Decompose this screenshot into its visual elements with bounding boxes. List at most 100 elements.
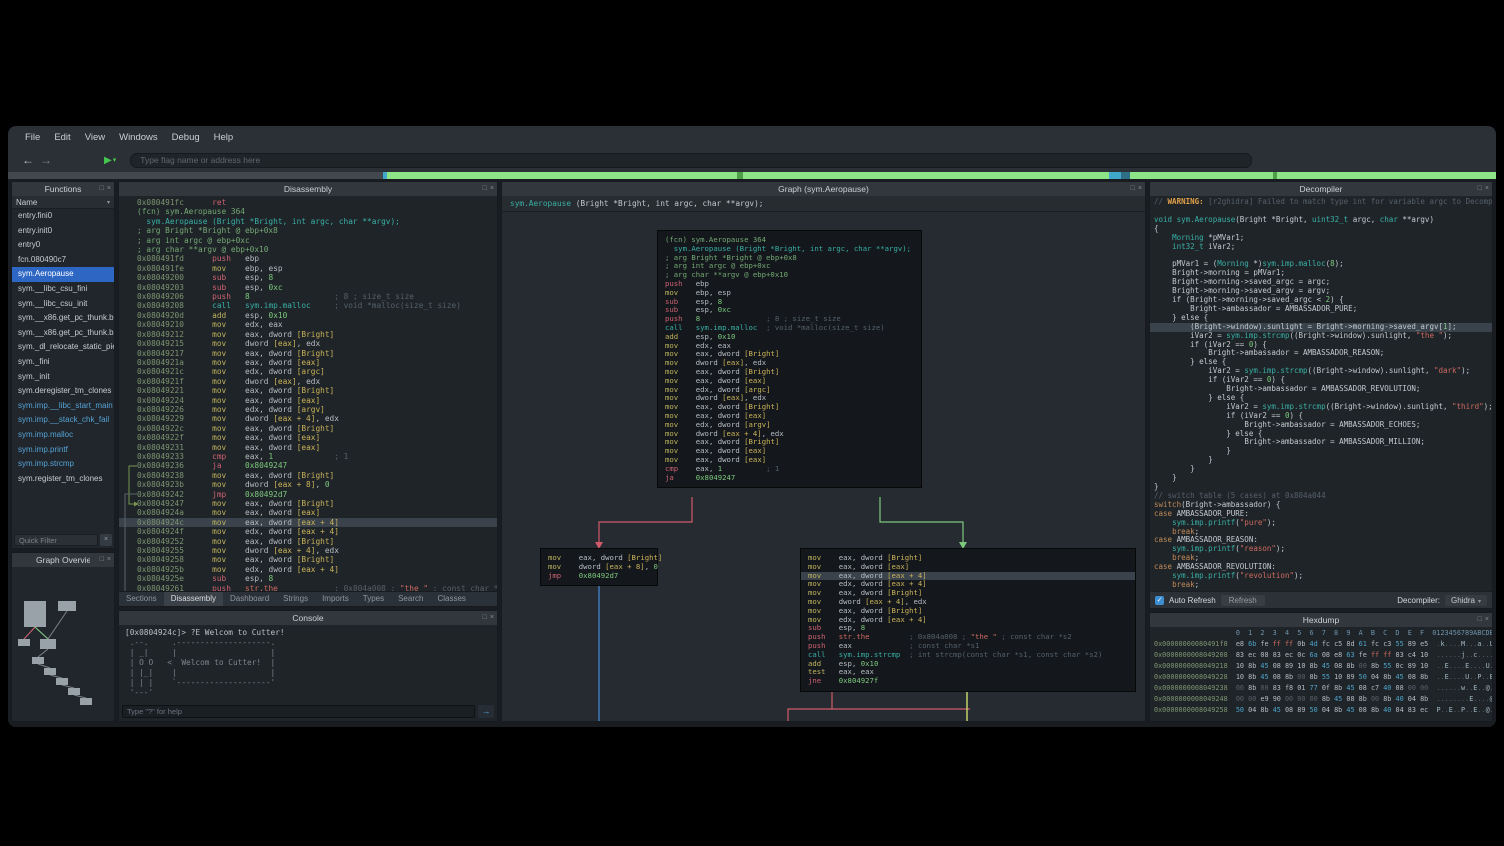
tab-search[interactable]: Search	[391, 592, 430, 606]
disasm-line[interactable]: 0x0804921a mov eax, dword [eax]	[119, 358, 497, 367]
debug-start-button[interactable]: ▶ ▾	[104, 155, 116, 166]
menu-edit[interactable]: Edit	[47, 129, 77, 146]
disasm-line[interactable]: 0x0804923b mov dword [eax + 8], 0	[119, 480, 497, 489]
disasm-line[interactable]: 0x0804922f mov eax, dword [eax]	[119, 433, 497, 442]
disasm-line[interactable]: 0x08049226 mov edx, dword [argv]	[119, 405, 497, 414]
function-item[interactable]: entry0	[12, 238, 114, 253]
function-item[interactable]: sym.__libc_csu_init	[12, 297, 114, 312]
graph-canvas[interactable]: (fcn) sym.Aeropause 364 sym.Aeropause (B…	[502, 212, 1145, 721]
disasm-line[interactable]: 0x08049252 mov eax, dword [Bright]	[119, 537, 497, 546]
disasm-line[interactable]: 0x08049238 mov eax, dword [Bright]	[119, 471, 497, 480]
disasm-line[interactable]: ; arg int argc @ ebp+0xc	[119, 236, 497, 245]
close-icon[interactable]: ×	[1485, 182, 1489, 196]
disasm-line[interactable]: 0x0804924a mov eax, dword [eax]	[119, 508, 497, 517]
disasm-line[interactable]: 0x08049215 mov dword [eax], edx	[119, 339, 497, 348]
disasm-line[interactable]: 0x08049229 mov dword [eax + 4], edx	[119, 414, 497, 423]
disasm-line[interactable]: ; arg char **argv @ ebp+0x10	[119, 245, 497, 254]
menu-view[interactable]: View	[78, 129, 112, 146]
seek-segment[interactable]	[1277, 172, 1496, 179]
back-button[interactable]: ←	[22, 148, 34, 172]
tab-sections[interactable]: Sections	[119, 592, 164, 606]
seek-segment[interactable]	[1109, 172, 1121, 179]
disasm-line[interactable]: 0x08049261 push str.the ; 0x804a008 ; "t…	[119, 584, 497, 591]
function-item[interactable]: entry.fini0	[12, 209, 114, 224]
popout-icon[interactable]: □	[1131, 182, 1135, 196]
refresh-button[interactable]: Refresh	[1221, 595, 1265, 606]
disasm-line[interactable]: 0x08049258 mov eax, dword [Bright]	[119, 555, 497, 564]
close-icon[interactable]: ×	[490, 611, 494, 625]
disasm-line[interactable]: 0x0804925e sub esp, 8	[119, 574, 497, 583]
menu-debug[interactable]: Debug	[165, 129, 207, 146]
graph-node-false-branch[interactable]: mov eax, dword [Bright]mov dword [eax + …	[540, 548, 658, 586]
seek-segment[interactable]	[743, 172, 1109, 179]
disasm-line[interactable]: 0x0804922c mov eax, dword [Bright]	[119, 424, 497, 433]
tab-imports[interactable]: Imports	[315, 592, 356, 606]
popout-icon[interactable]: □	[100, 182, 104, 196]
menu-windows[interactable]: Windows	[112, 129, 165, 146]
close-icon[interactable]: ×	[1485, 613, 1489, 627]
function-item[interactable]: sym.__x86.get_pc_thunk.bp	[12, 311, 114, 326]
tab-disassembly[interactable]: Disassembly	[164, 592, 223, 606]
disasm-line[interactable]: 0x0804925b mov edx, dword [eax + 4]	[119, 565, 497, 574]
function-item[interactable]: sym.__libc_csu_fini	[12, 282, 114, 297]
disasm-line[interactable]: 0x0804921c mov edx, dword [argc]	[119, 367, 497, 376]
console-send-icon[interactable]: →	[478, 705, 494, 718]
function-item[interactable]: sym.imp.strcmp	[12, 457, 114, 472]
tab-dashboard[interactable]: Dashboard	[223, 592, 276, 606]
seek-segment[interactable]	[1121, 172, 1130, 179]
auto-refresh-checkbox[interactable]: ✓	[1155, 596, 1164, 605]
function-item[interactable]: entry.init0	[12, 224, 114, 239]
function-item[interactable]: sym.imp.printf	[12, 443, 114, 458]
popout-icon[interactable]: □	[1478, 182, 1482, 196]
disasm-line[interactable]: 0x080491fd push ebp	[119, 254, 497, 263]
function-item[interactable]: sym.__x86.get_pc_thunk.bx	[12, 326, 114, 341]
close-icon[interactable]: ×	[107, 553, 111, 567]
disasm-line[interactable]: sym.Aeropause (Bright *Bright, int argc,…	[119, 217, 497, 226]
forward-button[interactable]: →	[40, 148, 52, 172]
disasm-line[interactable]: 0x08049206 push 8 ; 8 ; size_t size	[119, 292, 497, 301]
decompiler-select[interactable]: Ghidra▾	[1445, 595, 1487, 606]
quick-filter-input[interactable]	[14, 534, 98, 546]
function-item[interactable]: fcn.080490c7	[12, 253, 114, 268]
disasm-line[interactable]: 0x08049236 ja 0x8049247	[119, 461, 497, 470]
graph-overview-minimap[interactable]	[12, 567, 114, 722]
disasm-line[interactable]: 0x08049217 mov eax, dword [Bright]	[119, 349, 497, 358]
popout-icon[interactable]: □	[483, 182, 487, 196]
disasm-line[interactable]: 0x08049255 mov dword [eax + 4], edx	[119, 546, 497, 555]
close-icon[interactable]: ×	[490, 182, 494, 196]
function-item[interactable]: sym.imp.__stack_chk_fail	[12, 413, 114, 428]
popout-icon[interactable]: □	[483, 611, 487, 625]
function-item[interactable]: sym._init	[12, 370, 114, 385]
function-item[interactable]: sym._dl_relocate_static_pie	[12, 340, 114, 355]
function-item[interactable]: sym.deregister_tm_clones	[12, 384, 114, 399]
disasm-line[interactable]: 0x08049242 jmp 0x80492d7	[119, 490, 497, 499]
disasm-line[interactable]: 0x0804924f mov edx, dword [eax + 4]	[119, 527, 497, 536]
tab-types[interactable]: Types	[356, 592, 391, 606]
tab-classes[interactable]: Classes	[430, 592, 472, 606]
function-item[interactable]: sym.register_tm_clones	[12, 472, 114, 487]
disasm-line[interactable]: ; arg Bright *Bright @ ebp+0x8	[119, 226, 497, 235]
seek-segment[interactable]	[8, 172, 383, 179]
seek-bar[interactable]	[8, 172, 1496, 179]
disasm-line[interactable]: 0x08049200 sub esp, 8	[119, 273, 497, 282]
disasm-line[interactable]: 0x080491fe mov ebp, esp	[119, 264, 497, 273]
disasm-line[interactable]: 0x08049233 cmp eax, 1 ; 1	[119, 452, 497, 461]
disasm-line[interactable]: 0x080491fc ret	[119, 198, 497, 207]
disasm-line[interactable]: 0x0804920d add esp, 0x10	[119, 311, 497, 320]
tab-strings[interactable]: Strings	[276, 592, 315, 606]
popout-icon[interactable]: □	[1478, 613, 1482, 627]
disasm-line[interactable]: 0x08049208 call sym.imp.malloc ; void *m…	[119, 301, 497, 310]
close-icon[interactable]: ×	[107, 182, 111, 196]
menu-file[interactable]: File	[18, 129, 47, 146]
graph-node-entry[interactable]: (fcn) sym.Aeropause 364 sym.Aeropause (B…	[657, 230, 922, 488]
function-item[interactable]: sym._fini	[12, 355, 114, 370]
disasm-line[interactable]: 0x0804921f mov dword [eax], edx	[119, 377, 497, 386]
popout-icon[interactable]: □	[100, 553, 104, 567]
disasm-line[interactable]: 0x0804924c mov eax, dword [eax + 4]	[119, 518, 497, 527]
console-input[interactable]	[122, 705, 475, 718]
function-item[interactable]: sym.imp.malloc	[12, 428, 114, 443]
disasm-line[interactable]: 0x08049212 mov eax, dword [Bright]	[119, 330, 497, 339]
clear-filter-icon[interactable]: ×	[100, 534, 112, 546]
address-input[interactable]	[130, 153, 1252, 168]
function-item[interactable]: sym.imp.__libc_start_main	[12, 399, 114, 414]
